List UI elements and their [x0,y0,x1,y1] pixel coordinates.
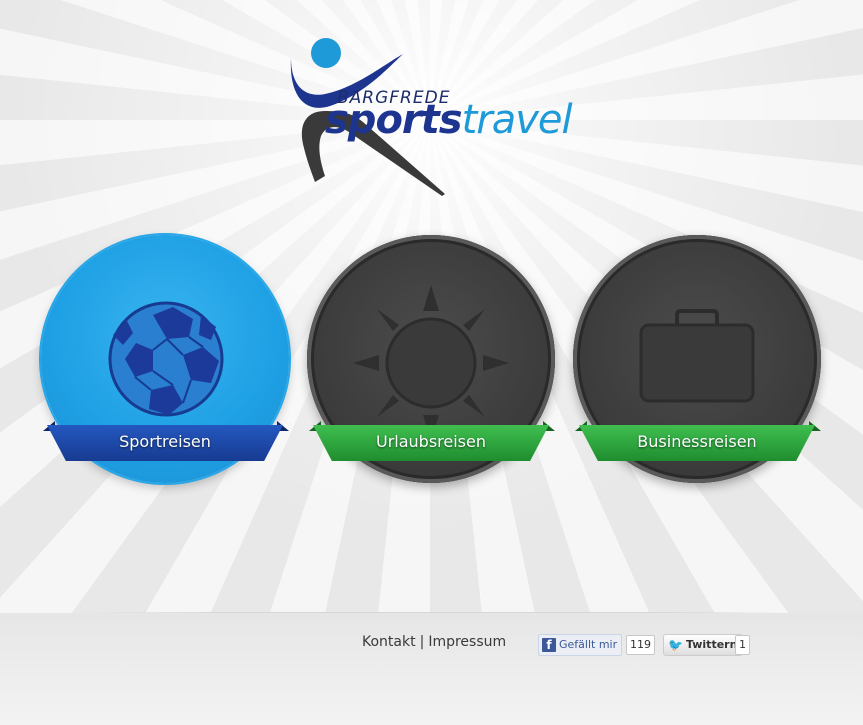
logo-wordmark: sportstravel [325,96,573,144]
impressum-link[interactable]: Impressum [428,634,506,650]
twitter-count: 1 [735,635,750,655]
facebook-like-count: 119 [626,635,655,655]
businessreisen-label: Businessreisen [637,432,757,451]
facebook-like-label: Gefällt mir [559,638,618,651]
sportreisen-ribbon[interactable]: Sportreisen [47,425,283,461]
footer-background [0,613,863,725]
businessreisen-ribbon[interactable]: Businessreisen [579,425,815,461]
urlaubsreisen-ribbon[interactable]: Urlaubsreisen [313,425,549,461]
logo-word-sports: sports [325,97,463,143]
facebook-like-button[interactable]: f Gefällt mir [538,634,623,656]
site-logo[interactable]: BARGFREDE sportstravel [285,36,705,196]
logo-word-travel: travel [461,97,573,143]
footer-separator: | [419,634,425,650]
footer-links: Kontakt | Impressum [362,634,506,650]
footer-divider [75,612,788,613]
twitter-bird-icon: 🐦 [668,638,683,652]
facebook-icon: f [542,638,556,652]
twitter-tweet-button[interactable]: 🐦 Twittern [663,634,744,656]
urlaubsreisen-label: Urlaubsreisen [375,432,486,451]
kontakt-link[interactable]: Kontakt [362,634,416,650]
sportreisen-label: Sportreisen [119,432,211,451]
twitter-tweet-label: Twittern [685,638,738,651]
